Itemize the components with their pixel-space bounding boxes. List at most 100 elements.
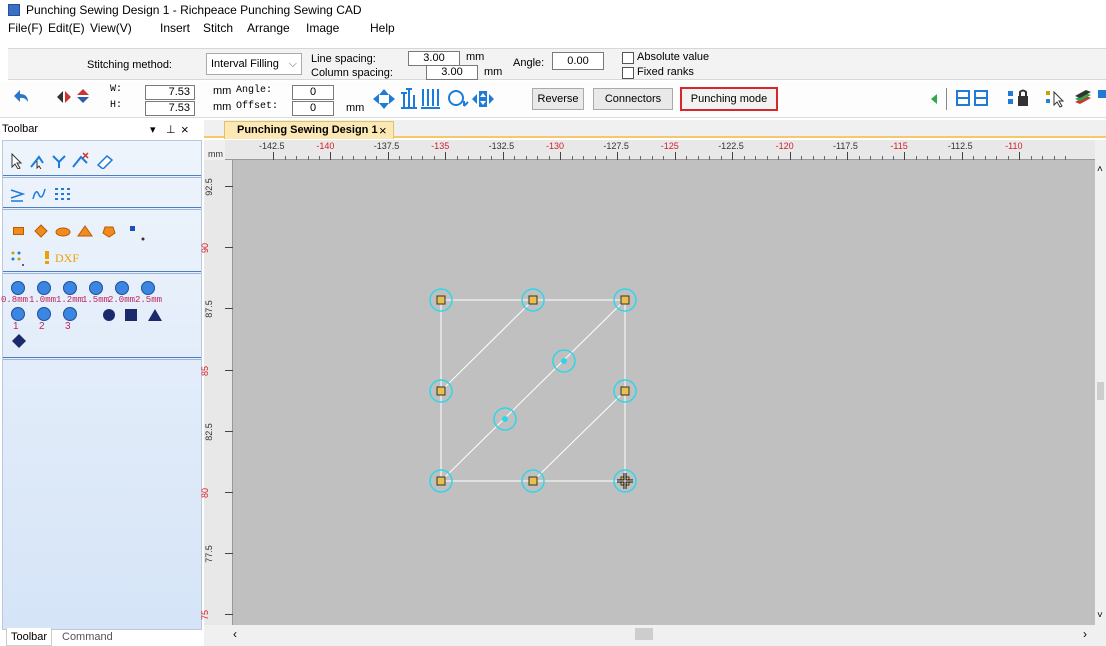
menu-file[interactable]: File(F) (8, 21, 43, 35)
vertical-scroll-thumb[interactable] (1097, 382, 1104, 400)
zigzag-line-icon[interactable] (9, 187, 25, 203)
fixed-ranks-checkbox[interactable] (622, 67, 634, 79)
move-arrows-icon[interactable] (372, 88, 396, 110)
exclamation-icon[interactable] (39, 249, 55, 265)
ruler-tick-label: 75 (200, 610, 211, 621)
tab-punching-sewing-design[interactable]: Punching Sewing Design 1 × (224, 121, 394, 139)
overflow-icon[interactable] (1098, 90, 1106, 98)
connectors-button[interactable]: Connectors (593, 88, 673, 110)
ruler-tick-mark (847, 152, 848, 160)
midpoint-node[interactable] (552, 349, 576, 373)
close-tab-icon[interactable]: × (379, 123, 387, 138)
tab-toolbar[interactable]: Toolbar (6, 628, 53, 646)
punch-2-0mm-icon[interactable] (115, 281, 129, 295)
filled-square-icon[interactable] (125, 309, 137, 321)
line-spacing-input[interactable]: 3.00 (408, 51, 460, 66)
rotation-angle-input[interactable]: 0 (292, 85, 334, 100)
horizontal-ruler: mm -142.5 -140 -137.5 -135 -132.5 -130 -127.5 -… (208, 140, 1095, 160)
distribute-columns-icon[interactable] (420, 86, 444, 110)
pentagon-shape-icon[interactable] (101, 223, 117, 239)
diamond-shape-icon[interactable] (33, 223, 49, 239)
rotate-circle-icon[interactable] (446, 88, 470, 110)
rectangle-shape-icon[interactable] (13, 227, 24, 235)
menu-view[interactable]: View(V) (90, 21, 132, 35)
ruler-unit: mm (208, 149, 223, 159)
flip-horizontal-icon[interactable] (56, 90, 72, 104)
dxf-import-button[interactable]: DXF (55, 251, 79, 266)
center-align-icon[interactable] (470, 87, 496, 111)
filled-circle-icon[interactable] (103, 309, 115, 321)
scroll-up-icon[interactable]: ˄ (1097, 164, 1103, 175)
punch-custom-1-icon[interactable] (11, 307, 25, 321)
punch-custom-3-icon[interactable] (63, 307, 77, 321)
absolute-value-checkbox[interactable] (622, 52, 634, 64)
menu-stitch[interactable]: Stitch (203, 21, 233, 35)
punch-custom-2-icon[interactable] (37, 307, 51, 321)
title-bar: Punching Sewing Design 1 - Richpeace Pun… (0, 0, 1106, 20)
scroll-right-icon[interactable]: › (1083, 627, 1087, 641)
horizontal-scrollbar[interactable]: ‹ › (225, 625, 1095, 643)
menu-insert[interactable]: Insert (160, 21, 190, 35)
wave-line-icon[interactable] (31, 185, 49, 203)
ruler-tick-label: -122.5 (718, 141, 744, 151)
group-icon[interactable] (955, 88, 991, 108)
flip-vertical-icon[interactable] (76, 88, 90, 104)
angle-input[interactable]: 0.00 (552, 52, 604, 70)
lock-icon[interactable] (1006, 88, 1030, 108)
toolbar-divider (3, 357, 201, 360)
punch-1-0mm-icon[interactable] (37, 281, 51, 295)
toolbar-panel-header: Toolbar ▾ ⊥ × (0, 120, 204, 138)
design-canvas[interactable] (233, 160, 1095, 625)
ruler-tick-label: 80 (200, 487, 211, 499)
dotted-grid-icon[interactable] (53, 185, 75, 203)
arrow-left-green-icon[interactable] (930, 93, 938, 105)
menu-image[interactable]: Image (306, 21, 339, 35)
layers-icon[interactable] (1074, 90, 1092, 106)
multi-node-icon[interactable] (71, 151, 91, 171)
column-spacing-input[interactable]: 3.00 (426, 65, 478, 80)
vertical-scrollbar[interactable]: ˄ ˅ (1095, 160, 1106, 625)
dot-matrix-icon[interactable] (9, 249, 29, 269)
filled-diamond-icon[interactable] (11, 333, 27, 349)
offset-input[interactable]: 0 (292, 101, 334, 116)
close-icon[interactable]: × (181, 122, 189, 137)
midpoint-node[interactable] (493, 407, 517, 431)
menu-edit[interactable]: Edit(E) (48, 21, 85, 35)
cut-path-icon[interactable] (51, 153, 67, 169)
stitching-method-value: Interval Filling (211, 58, 279, 70)
align-bottom-icon[interactable] (398, 86, 420, 110)
punch-size-label: 1.2mm (56, 295, 84, 305)
menu-help[interactable]: Help (370, 21, 395, 35)
punch-size-label: 2.5mm (135, 295, 163, 305)
height-input[interactable]: 7.53 (145, 101, 195, 116)
ruler-tick-mark (225, 430, 233, 432)
punch-2-5mm-icon[interactable] (141, 281, 155, 295)
ruler-tick-mark (225, 308, 233, 310)
scroll-left-icon[interactable]: ‹ (233, 627, 237, 641)
scroll-down-icon[interactable]: ˅ (1097, 610, 1103, 621)
punch-0-8mm-icon[interactable] (11, 281, 25, 295)
punch-1-5mm-icon[interactable] (89, 281, 103, 295)
pin-icon[interactable]: ⊥ (166, 123, 176, 136)
node-edit-icon[interactable] (29, 153, 45, 169)
tab-command[interactable]: Command (58, 628, 117, 646)
select-pointer-icon[interactable] (1044, 88, 1066, 108)
panel-tabs: Toolbar Command (0, 628, 204, 646)
dropdown-icon[interactable]: ▾ (150, 123, 156, 136)
horizontal-scroll-thumb[interactable] (635, 628, 653, 640)
eraser-icon[interactable] (95, 153, 115, 169)
menu-arrange[interactable]: Arrange (247, 21, 290, 35)
ruler-tick-label: -110 (1005, 141, 1023, 151)
punch-1-2mm-icon[interactable] (63, 281, 77, 295)
ruler-tick-mark (225, 369, 233, 371)
reverse-button[interactable]: Reverse (532, 88, 584, 110)
punching-mode-button[interactable]: Punching mode (680, 87, 778, 111)
filled-triangle-icon[interactable] (147, 307, 163, 323)
stitching-method-select[interactable]: Interval Filling ⌵ (206, 53, 302, 75)
width-input[interactable]: 7.53 (145, 85, 195, 100)
point-shape-icon[interactable] (127, 223, 151, 243)
triangle-shape-icon[interactable] (77, 223, 93, 239)
pointer-select-icon[interactable] (9, 153, 25, 169)
undo-arrow-icon[interactable] (10, 88, 32, 106)
ellipse-shape-icon[interactable] (55, 223, 71, 239)
